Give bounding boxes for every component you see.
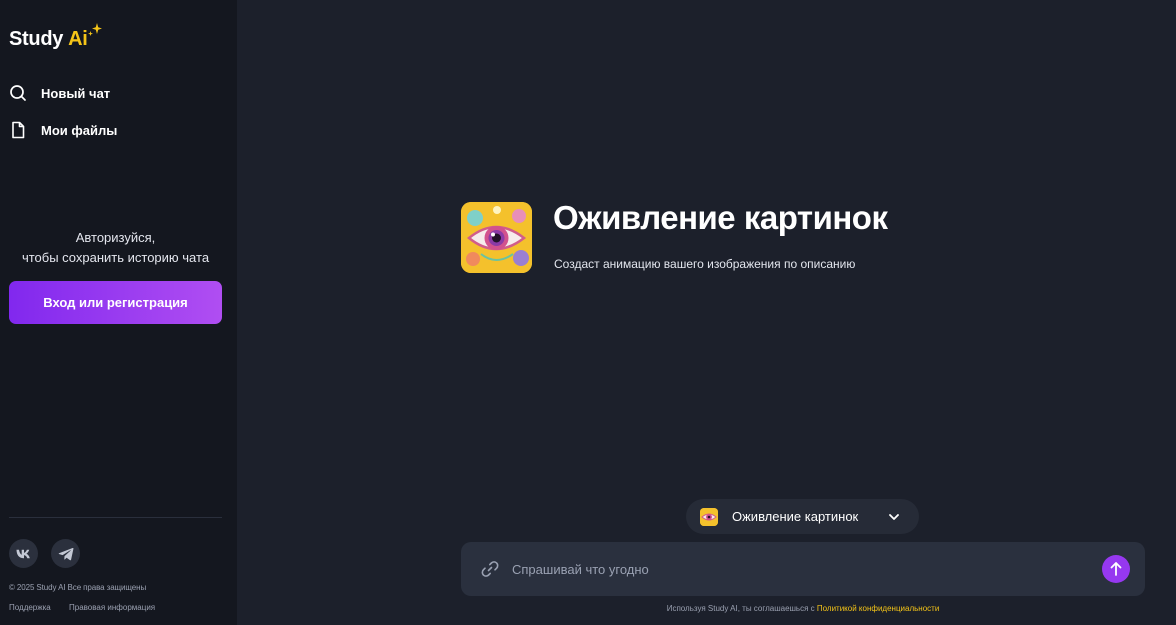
chat-input[interactable] <box>512 554 1072 584</box>
privacy-policy-link[interactable]: Политикой конфиденциальности <box>817 604 939 613</box>
auth-prompt-line1: Авторизуйся, <box>75 230 156 245</box>
copyright-text: © 2025 Study AI Все права защищены <box>9 583 147 592</box>
sidebar-divider <box>9 517 222 518</box>
arrow-up-icon <box>1110 562 1122 576</box>
disclaimer-text: Используя Study AI, ты соглашаешься с <box>666 604 817 613</box>
attach-icon[interactable] <box>481 560 499 578</box>
tool-selector[interactable]: Оживление картинок <box>686 499 919 534</box>
tool-title: Оживление картинок <box>553 199 888 236</box>
vk-button[interactable] <box>9 539 38 568</box>
sidebar-item-new-chat[interactable]: Новый чат <box>9 81 110 105</box>
legal-info-link[interactable]: Правовая информация <box>69 603 155 612</box>
vk-icon <box>16 549 30 558</box>
sidebar-item-label: Мои файлы <box>41 122 118 138</box>
privacy-disclaimer: Используя Study AI, ты соглашаешься с По… <box>461 604 1145 613</box>
auth-prompt-line2: чтобы сохранить историю чата <box>21 250 210 265</box>
chevron-down-icon <box>889 514 899 520</box>
logo-text: Study <box>9 28 64 50</box>
tool-selector-label: Оживление картинок <box>732 509 859 524</box>
send-button[interactable] <box>1102 555 1130 583</box>
auth-prompt: Авторизуйся, чтобы сохранить историю чат… <box>0 228 231 268</box>
file-icon <box>12 121 25 139</box>
sidebar-item-label: Новый чат <box>41 85 111 101</box>
tool-image <box>461 202 532 273</box>
eye-art-icon <box>700 508 718 526</box>
tool-subtitle: Создаст анимацию вашего изображения по о… <box>554 257 856 271</box>
sparkle-icon <box>88 23 102 36</box>
eye-art-icon <box>461 202 532 273</box>
search-icon <box>10 85 26 101</box>
logo-ai-text: Ai <box>68 28 88 50</box>
support-link[interactable]: Поддержка <box>9 603 51 612</box>
tool-selector-thumb <box>700 508 718 526</box>
sidebar: Study Ai Новый чат Мои файлы Авторизуйся… <box>0 0 237 625</box>
login-button[interactable]: Вход или регистрация <box>9 281 222 324</box>
logo[interactable]: Study Ai <box>9 23 102 51</box>
app-root: Study Ai Новый чат Мои файлы Авторизуйся… <box>0 0 1176 625</box>
telegram-icon <box>58 547 73 560</box>
chat-input-box <box>461 542 1145 596</box>
sidebar-item-my-files[interactable]: Мои файлы <box>9 118 117 142</box>
telegram-button[interactable] <box>51 539 80 568</box>
